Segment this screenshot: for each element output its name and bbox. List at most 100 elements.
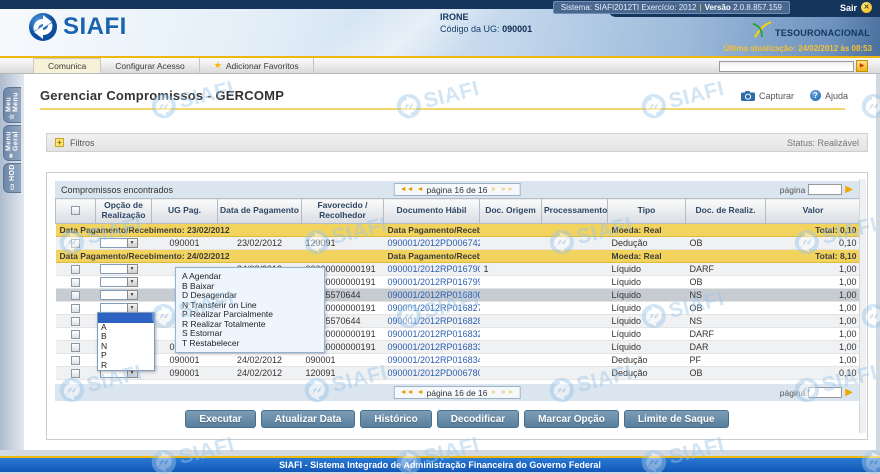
- expand-filters-icon[interactable]: +: [55, 138, 64, 147]
- row-checkbox[interactable]: [71, 265, 80, 274]
- realization-option-dropdown[interactable]: ▼: [100, 238, 138, 248]
- first-page-icon[interactable]: ◄◄: [400, 183, 414, 196]
- document-cell: 090001/2012RP016790: [384, 263, 480, 276]
- type-cell: Líquido: [608, 302, 686, 315]
- pagination-text: página 16 de 16: [427, 185, 488, 195]
- page-jump-go-icon[interactable]: ▶: [845, 184, 853, 195]
- help-button[interactable]: ? Ajuda: [810, 90, 848, 101]
- logout-label: Sair: [840, 3, 857, 13]
- help-icon: ?: [810, 90, 821, 101]
- next-page-icon[interactable]: ►: [490, 183, 497, 196]
- next-page-icon[interactable]: ►: [490, 386, 497, 399]
- processing-cell: [542, 367, 608, 380]
- document-link[interactable]: 090001/2012RP016832: [388, 329, 480, 339]
- sitemap-icon: ⌗: [9, 152, 16, 160]
- type-cell: Dedução: [608, 367, 686, 380]
- document-cell: 090001/2012RP016832: [384, 328, 480, 341]
- quick-search-input[interactable]: [719, 61, 854, 72]
- value-cell: 0,10: [766, 237, 861, 250]
- col-opcao-de-realizacao: Opção de Realização: [96, 199, 152, 224]
- page-jump-go-icon[interactable]: ▶: [845, 387, 853, 398]
- siafi-logo-icon: [28, 12, 58, 42]
- ug-cell: 090001: [152, 354, 218, 367]
- results-heading: Compromissos encontrados: [61, 185, 173, 195]
- limite-de-saque-button[interactable]: Limite de Saque: [624, 410, 729, 428]
- filters-label: Filtros: [70, 138, 95, 148]
- logout-button[interactable]: Sair ✕: [840, 2, 872, 13]
- siafi-logo: SIAFI: [28, 12, 127, 42]
- tab-configurar-acesso[interactable]: Configurar Acesso: [101, 58, 199, 73]
- col-tipo: Tipo: [608, 199, 686, 224]
- page-jump-label: página: [780, 185, 806, 195]
- star-icon: ★: [214, 60, 222, 71]
- row-checkbox[interactable]: [71, 304, 80, 313]
- decodificar-button[interactable]: Decodificar: [437, 410, 519, 428]
- vertical-scrollbar[interactable]: [859, 179, 866, 433]
- tab-comunica[interactable]: Comunica: [33, 58, 101, 73]
- executar-button[interactable]: Executar: [185, 410, 255, 428]
- page-jump-input[interactable]: [808, 387, 842, 398]
- capture-button[interactable]: Capturar: [741, 91, 794, 101]
- pagination-bottom: ◄◄◄página 16 de 16►►►: [394, 386, 521, 399]
- document-link[interactable]: 090001/2012RP016799: [388, 277, 480, 287]
- col-favorecido-recolhedor: Favorecido / Recolhedor: [302, 199, 384, 224]
- realization-option-dropdown[interactable]: ▼: [100, 264, 138, 274]
- treasury-bird-icon: [752, 21, 772, 38]
- row-checkbox[interactable]: [71, 343, 80, 352]
- document-link[interactable]: 090001/2012RP016828: [388, 316, 480, 326]
- table-header: Opção de RealizaçãoUG Pag.Data de Pagame…: [56, 199, 861, 224]
- value-cell: 1,00: [766, 315, 861, 328]
- row-checkbox[interactable]: [71, 291, 80, 300]
- row-checkbox[interactable]: [71, 330, 80, 339]
- last-page-icon[interactable]: ►►: [500, 386, 514, 399]
- select-all-checkbox[interactable]: [71, 206, 80, 215]
- sidebar-item-meu-menu[interactable]: ☆Meu Menu: [3, 87, 21, 123]
- tab-adicionar-favoritos[interactable]: ★Adicionar Favoritos: [200, 58, 314, 73]
- dropdown-option-R[interactable]: R: [98, 361, 154, 371]
- row-checkbox[interactable]: [71, 278, 80, 287]
- prev-page-icon[interactable]: ◄: [417, 183, 424, 196]
- group-total-label: Total: 0,10: [766, 224, 861, 237]
- document-link[interactable]: 090001/2012RP016800: [388, 290, 480, 300]
- legend-entry: T Restabelecer: [182, 339, 318, 349]
- prev-page-icon[interactable]: ◄: [417, 386, 424, 399]
- document-link[interactable]: 090001/2012RP016790: [388, 264, 480, 274]
- row-checkbox[interactable]: [71, 369, 80, 378]
- realization-option-dropdown[interactable]: ▼: [100, 290, 138, 300]
- last-page-icon[interactable]: ►►: [500, 183, 514, 196]
- group-header-row: Data Pagamento/Recebimento: 23/02/2012Da…: [56, 224, 861, 237]
- row-checkbox[interactable]: [71, 317, 80, 326]
- origin-cell: 1: [480, 263, 542, 276]
- group-center-label: Data Pagamento/Recebimento: [384, 224, 480, 237]
- first-page-icon[interactable]: ◄◄: [400, 386, 414, 399]
- atualizar-data-button[interactable]: Atualizar Data: [261, 410, 356, 428]
- document-link[interactable]: 090001/2012PD006780: [388, 368, 480, 378]
- type-cell: Líquido: [608, 263, 686, 276]
- row-checkbox[interactable]: [71, 356, 80, 365]
- document-link[interactable]: 090001/2012RP016834: [388, 355, 480, 365]
- filters-bar[interactable]: + Filtros Status: Realizável: [46, 133, 868, 152]
- realization-doc-cell: DARF: [686, 328, 766, 341]
- document-link[interactable]: 090001/2012RP016833: [388, 342, 480, 352]
- realization-option-dropdown[interactable]: ▼: [100, 277, 138, 287]
- sidebar-item-label: HOD: [9, 164, 16, 181]
- page-jump-input[interactable]: [808, 184, 842, 195]
- type-cell: Dedução: [608, 237, 686, 250]
- realization-doc-cell: DARF: [686, 263, 766, 276]
- sidebar-item-hod[interactable]: ▭ HOD: [3, 163, 21, 193]
- capture-label: Capturar: [759, 91, 794, 101]
- historico-button[interactable]: Histórico: [360, 410, 431, 428]
- footer-bar: SIAFI - Sistema Integrado de Administraç…: [0, 458, 880, 472]
- terminal-icon: ▭: [8, 183, 16, 191]
- row-checkbox[interactable]: [71, 239, 80, 248]
- marcar-opcao-button[interactable]: Marcar Opção: [524, 410, 619, 428]
- table-header-row: Opção de RealizaçãoUG Pag.Data de Pagame…: [56, 199, 861, 224]
- document-link[interactable]: 090001/2012RP016827: [388, 303, 480, 313]
- quick-search-go-icon[interactable]: ▶: [856, 60, 868, 72]
- document-link[interactable]: 090001/2012PD006742: [388, 238, 480, 248]
- chevron-down-icon: ▼: [127, 290, 138, 300]
- star-icon: ☆: [8, 114, 16, 122]
- treasury-text: TESOURONACIONAL: [775, 28, 870, 38]
- origin-cell: [480, 328, 542, 341]
- sidebar-item-menu-geral[interactable]: ⌗Menu Geral: [3, 125, 21, 161]
